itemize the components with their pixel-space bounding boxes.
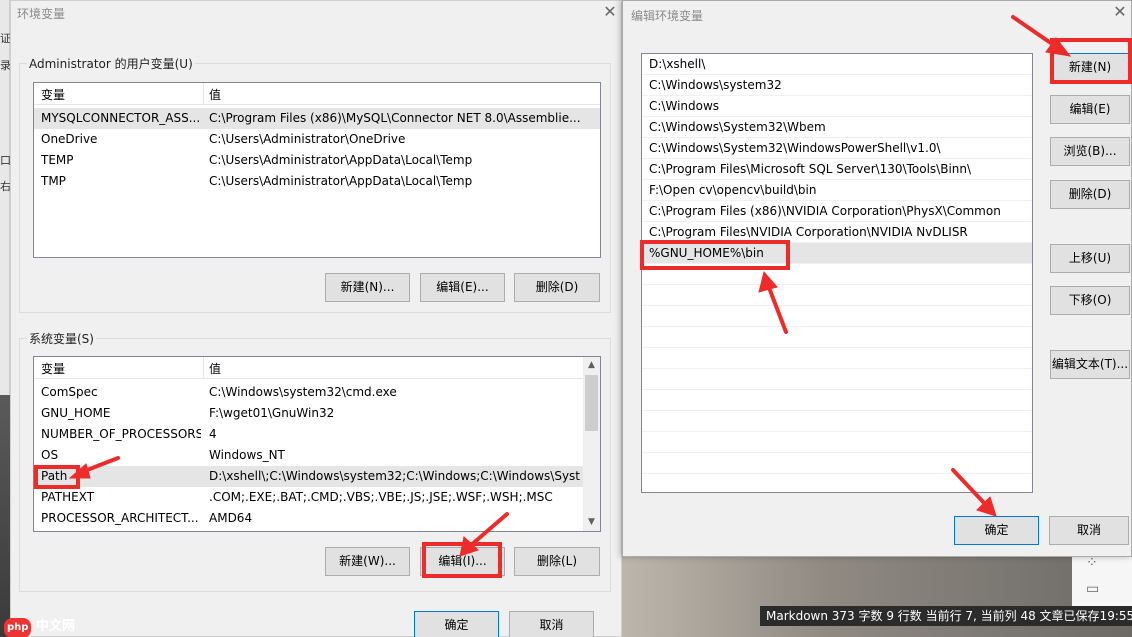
arrow-line [1011, 15, 1060, 50]
annotation-arrows [68, 15, 1072, 557]
arrow-head [68, 463, 91, 479]
arrow-line [468, 512, 509, 548]
arrow-line [951, 468, 988, 507]
arrow-line [766, 283, 788, 334]
arrow-head [758, 270, 778, 293]
